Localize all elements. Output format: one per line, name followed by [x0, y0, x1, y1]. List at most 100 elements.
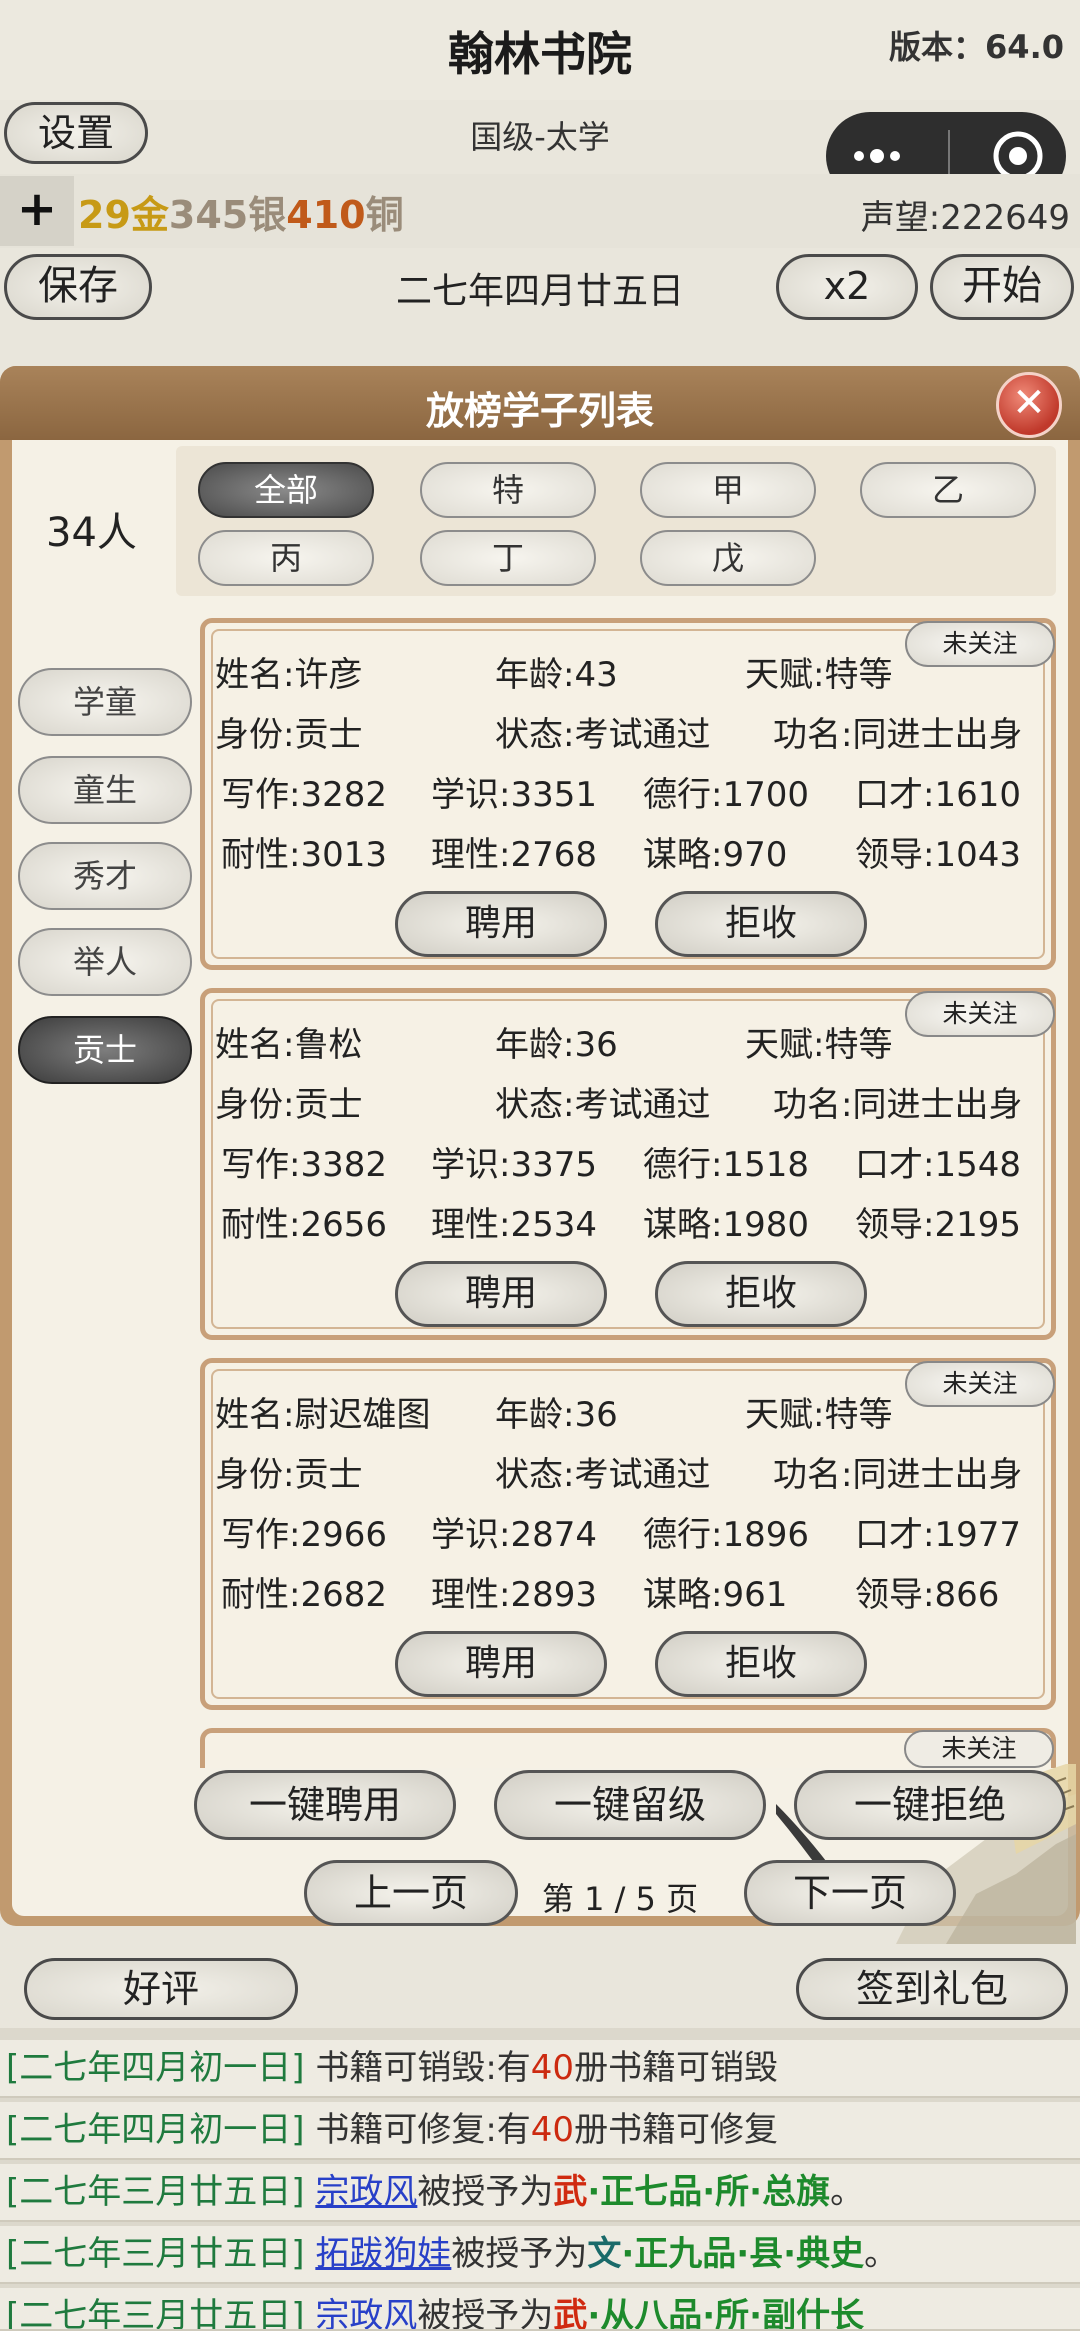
gold-amount: 29	[78, 193, 131, 237]
next-page-button[interactable]: 下一页	[744, 1860, 956, 1926]
student-card: 未关注 姓名:鲁松 年龄:36 天赋:特等 身份:贡士 状态:考试通过 功名:同…	[200, 988, 1056, 1340]
follow-button[interactable]: 未关注	[905, 1361, 1055, 1407]
stat-reason: 理性:2768	[431, 835, 597, 875]
filter-bing[interactable]: 丙	[198, 530, 374, 586]
praise-button[interactable]: 好评	[24, 1958, 298, 2020]
add-currency-button[interactable]: +	[0, 176, 74, 246]
person-link[interactable]: 拓跋狗娃	[315, 2234, 451, 2274]
hire-button[interactable]: 聘用	[395, 1261, 607, 1327]
stat-leadership: 领导:866	[855, 1575, 1000, 1615]
person-link[interactable]: 宗政风	[315, 2172, 417, 2212]
filter-ding[interactable]: 丁	[420, 530, 596, 586]
more-icon[interactable]	[847, 146, 907, 166]
copper-unit: 铜	[365, 193, 404, 237]
hire-button[interactable]: 聘用	[395, 891, 607, 957]
silver-amount: 345	[168, 193, 249, 237]
stat-virtue: 德行:1518	[643, 1145, 809, 1185]
stat-knowledge: 学识:3375	[431, 1145, 597, 1185]
student-status: 状态:考试通过	[495, 715, 711, 755]
rank-tab-tongsheng[interactable]: 童生	[18, 756, 192, 824]
student-talent: 天赋:特等	[745, 1025, 893, 1065]
student-title: 功名:同进士出身	[773, 1085, 1023, 1125]
reject-button[interactable]: 拒收	[655, 1631, 867, 1697]
checkin-gift-button[interactable]: 签到礼包	[796, 1958, 1068, 2020]
reject-button[interactable]: 拒收	[655, 1261, 867, 1327]
stat-leadership: 领导:1043	[855, 835, 1021, 875]
stat-strategy: 谋略:961	[643, 1575, 788, 1615]
rank-tab-xiucai[interactable]: 秀才	[18, 842, 192, 910]
person-link[interactable]: 宗政风	[315, 2296, 417, 2329]
currency-display: 29金345银410铜	[78, 184, 404, 239]
student-card: 未关注 姓名:尉迟雄图 年龄:36 天赋:特等 身份:贡士 状态:考试通过 功名…	[200, 1358, 1056, 1710]
hire-button[interactable]: 聘用	[395, 1631, 607, 1697]
log-entry: [二七年三月廿五日] 宗政风被授予为武·从八品·所·副什长	[0, 2288, 1080, 2331]
stat-virtue: 德行:1700	[643, 775, 809, 815]
follow-button[interactable]: 未关注	[905, 991, 1055, 1037]
log-date: [二七年三月廿五日]	[6, 2296, 305, 2331]
student-identity: 身份:贡士	[215, 1085, 363, 1125]
stat-writing: 写作:2966	[221, 1515, 387, 1555]
speed-button[interactable]: x2	[776, 254, 918, 320]
talent-filter-panel: 全部 特 甲 乙 丙 丁 戊	[176, 446, 1056, 596]
prev-page-button[interactable]: 上一页	[304, 1860, 518, 1926]
log-date: [二七年四月初一日]	[6, 2110, 305, 2150]
stat-writing: 写作:3382	[221, 1145, 387, 1185]
modal-title: 放榜学子列表	[425, 389, 654, 433]
student-talent: 天赋:特等	[745, 655, 893, 695]
copper-amount: 410	[286, 193, 366, 237]
follow-button[interactable]: 未关注	[904, 1730, 1054, 1768]
stat-eloquence: 口才:1977	[855, 1515, 1021, 1555]
student-title: 功名:同进士出身	[773, 715, 1023, 755]
student-name: 姓名:许彦	[215, 655, 363, 695]
student-identity: 身份:贡士	[215, 715, 363, 755]
student-age: 年龄:43	[495, 655, 618, 695]
filter-special[interactable]: 特	[420, 462, 596, 518]
log-entry: [二七年四月初一日] 书籍可销毁:有40册书籍可销毁	[0, 2040, 1080, 2098]
stat-patience: 耐性:2656	[221, 1205, 387, 1245]
log-date: [二七年三月廿五日]	[6, 2234, 305, 2274]
log-date: [二七年三月廿五日]	[6, 2172, 305, 2212]
silver-unit: 银	[248, 193, 287, 237]
reject-button[interactable]: 拒收	[655, 891, 867, 957]
student-card: 未关注 姓名:许彦 年龄:43 天赋:特等 身份:贡士 状态:考试通过 功名:同…	[200, 618, 1056, 970]
follow-button[interactable]: 未关注	[905, 621, 1055, 667]
start-button[interactable]: 开始	[930, 254, 1074, 320]
page-indicator: 第 1 / 5 页	[541, 1880, 699, 1918]
student-name: 姓名:尉迟雄图	[215, 1395, 431, 1435]
filter-wu[interactable]: 戊	[640, 530, 816, 586]
student-count: 34人	[46, 510, 137, 556]
bulk-hold-button[interactable]: 一键留级	[494, 1770, 766, 1840]
filter-yi[interactable]: 乙	[860, 462, 1036, 518]
filter-all[interactable]: 全部	[198, 462, 374, 518]
stat-patience: 耐性:3013	[221, 835, 387, 875]
student-age: 年龄:36	[495, 1395, 618, 1435]
stat-knowledge: 学识:2874	[431, 1515, 597, 1555]
rank-tab-xuetong[interactable]: 学童	[18, 668, 192, 736]
filter-jia[interactable]: 甲	[640, 462, 816, 518]
stat-reason: 理性:2893	[431, 1575, 597, 1615]
stat-virtue: 德行:1896	[643, 1515, 809, 1555]
close-modal-button[interactable]: ✕	[996, 372, 1062, 438]
rank-tab-gongshi[interactable]: 贡士	[18, 1016, 192, 1084]
stat-knowledge: 学识:3351	[431, 775, 597, 815]
log-entry: [二七年三月廿五日] 宗政风被授予为武·正七品·所·总旗。	[0, 2164, 1080, 2222]
version-label: 版本：64.0	[889, 28, 1064, 66]
stat-writing: 写作:3282	[221, 775, 387, 815]
prestige-value: 声望:222649	[860, 198, 1070, 238]
log-entry: [二七年三月廿五日] 拓跋狗娃被授予为文·正九品·县·典史。	[0, 2226, 1080, 2284]
student-age: 年龄:36	[495, 1025, 618, 1065]
stat-leadership: 领导:2195	[855, 1205, 1021, 1245]
stat-strategy: 谋略:970	[643, 835, 788, 875]
stat-eloquence: 口才:1548	[855, 1145, 1021, 1185]
rank-tab-juren[interactable]: 举人	[18, 928, 192, 996]
student-name: 姓名:鲁松	[215, 1025, 363, 1065]
bulk-reject-button[interactable]: 一键拒绝	[794, 1770, 1066, 1840]
student-talent: 天赋:特等	[745, 1395, 893, 1435]
stat-patience: 耐性:2682	[221, 1575, 387, 1615]
bulk-hire-button[interactable]: 一键聘用	[194, 1770, 456, 1840]
log-date: [二七年四月初一日]	[6, 2048, 305, 2088]
student-status: 状态:考试通过	[495, 1085, 711, 1125]
student-status: 状态:考试通过	[495, 1455, 711, 1495]
student-title: 功名:同进士出身	[773, 1455, 1023, 1495]
game-date: 二七年四月廿五日	[395, 271, 684, 312]
